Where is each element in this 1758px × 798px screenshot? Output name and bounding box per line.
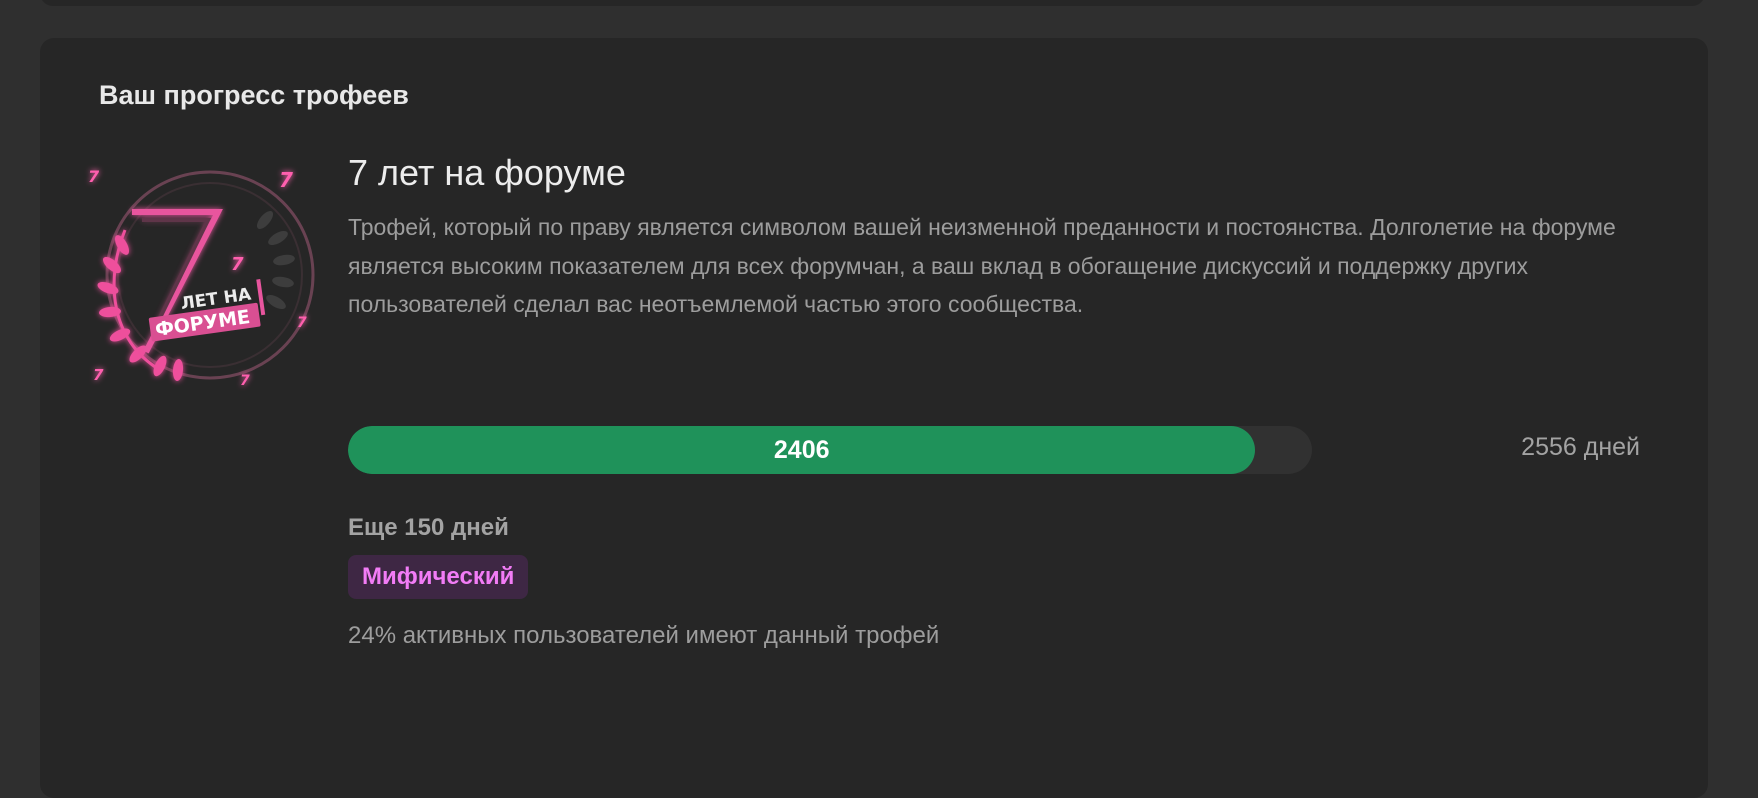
progress-current-value: 2406 — [773, 436, 830, 464]
svg-text:7: 7 — [240, 373, 250, 389]
trophy-description: Трофей, который по праву является символ… — [348, 214, 1616, 317]
remaining-days-label: Еще 150 дней — [348, 514, 509, 541]
owners-percentage-label: 24% активных пользователей имеют данный … — [348, 622, 940, 649]
progress-target-value: 2556 дней — [1521, 433, 1640, 461]
svg-text:7: 7 — [297, 315, 307, 331]
section-title: Ваш прогресс трофеев — [99, 80, 409, 110]
trophy-badge-image: ЛЕТ НА ФОРУМЕ 7 7 7 7 7 7 — [50, 140, 350, 440]
svg-text:7: 7 — [88, 167, 100, 186]
trophy-7-years-icon: ЛЕТ НА ФОРУМЕ 7 7 7 7 7 7 — [88, 167, 315, 389]
previous-card — [40, 0, 1705, 6]
trophy-title: 7 лет на форуме — [348, 152, 626, 193]
trophy-progress-bar: 2406 — [348, 426, 1312, 474]
rarity-badge: Мифический — [348, 555, 529, 599]
svg-text:7: 7 — [279, 168, 293, 192]
svg-text:7: 7 — [93, 366, 104, 384]
svg-text:7: 7 — [231, 254, 244, 275]
